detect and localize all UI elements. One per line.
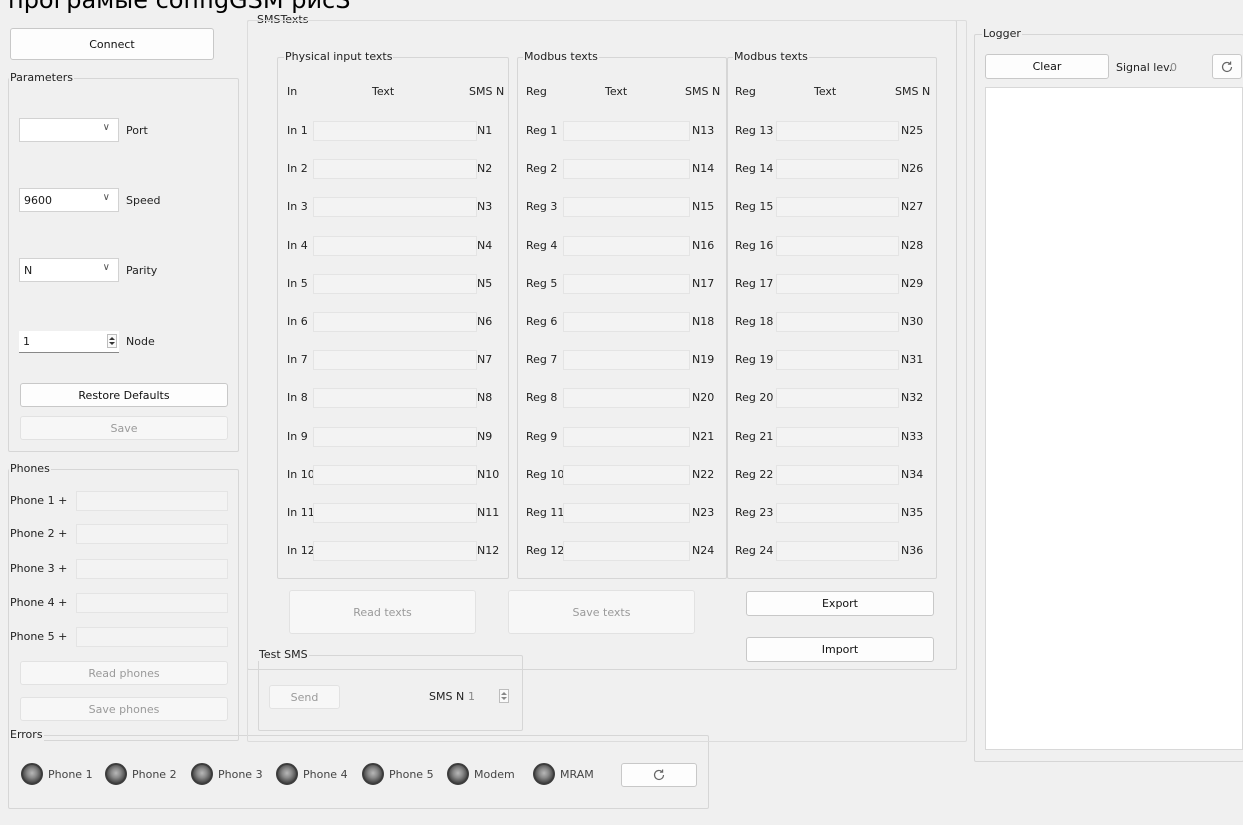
save-phones-button[interactable]: Save phones: [20, 697, 228, 721]
error-led-label: Modem: [474, 768, 515, 781]
restore-defaults-button[interactable]: Restore Defaults: [20, 383, 228, 407]
connect-button[interactable]: Connect: [10, 28, 214, 60]
parameters-title: Parameters: [9, 71, 74, 84]
error-led-label: Phone 3: [218, 768, 263, 781]
led-indicator-icon: [362, 763, 384, 785]
led-indicator-icon: [191, 763, 213, 785]
phone-number-field[interactable]: [76, 559, 228, 579]
phone-number-field[interactable]: [76, 524, 228, 544]
chevron-down-icon: ∨: [102, 192, 110, 203]
speed-label: Speed: [126, 194, 161, 207]
speed-value: 9600: [24, 193, 52, 207]
refresh-icon: [653, 769, 665, 781]
parity-combo[interactable]: N ∨: [19, 258, 119, 282]
chevron-down-icon: ∨: [102, 262, 110, 273]
led-indicator-icon: [533, 763, 555, 785]
error-led-label: Phone 5: [389, 768, 434, 781]
parity-label: Parity: [126, 264, 158, 277]
led-indicator-icon: [21, 763, 43, 785]
window-title: програмые configGSM рисS: [8, 0, 351, 14]
logger-title: Logger: [982, 27, 1022, 40]
phone-number-field[interactable]: [76, 593, 228, 613]
error-led-label: MRAM: [560, 768, 594, 781]
phone-label: Phone 3 +: [10, 562, 68, 575]
signal-level-value: 0: [1170, 61, 1177, 74]
led-indicator-icon: [276, 763, 298, 785]
error-led-label: Phone 4: [303, 768, 348, 781]
spin-arrows-icon[interactable]: [107, 334, 117, 348]
led-indicator-icon: [447, 763, 469, 785]
log-output-area[interactable]: [985, 87, 1243, 750]
port-combo[interactable]: ∨: [19, 118, 119, 142]
save-parameters-button[interactable]: Save: [20, 416, 228, 440]
node-spinbox[interactable]: 1: [19, 331, 119, 353]
parity-value: N: [24, 263, 33, 277]
node-value: 1: [23, 335, 30, 348]
chevron-down-icon: ∨: [102, 122, 110, 133]
errors-refresh-button[interactable]: [621, 763, 697, 787]
phones-title: Phones: [9, 462, 51, 475]
phone-label: Phone 4 +: [10, 596, 68, 609]
signal-refresh-button[interactable]: [1212, 54, 1242, 79]
port-label: Port: [126, 124, 148, 137]
read-phones-button[interactable]: Read phones: [20, 661, 228, 685]
phone-label: Phone 2 +: [10, 527, 68, 540]
led-indicator-icon: [105, 763, 127, 785]
refresh-icon: [1221, 61, 1233, 72]
phone-number-field[interactable]: [76, 627, 228, 647]
clear-log-button[interactable]: Clear: [985, 54, 1109, 79]
phone-number-field[interactable]: [76, 491, 228, 511]
middle-panel-frame: [247, 20, 967, 742]
error-led-label: Phone 1: [48, 768, 93, 781]
speed-combo[interactable]: 9600 ∨: [19, 188, 119, 212]
error-led-label: Phone 2: [132, 768, 177, 781]
signal-level-label: Signal lev.: [1116, 61, 1173, 74]
errors-title: Errors: [9, 728, 44, 741]
node-label: Node: [126, 335, 155, 348]
phone-label: Phone 1 +: [10, 494, 68, 507]
phone-label: Phone 5 +: [10, 630, 68, 643]
